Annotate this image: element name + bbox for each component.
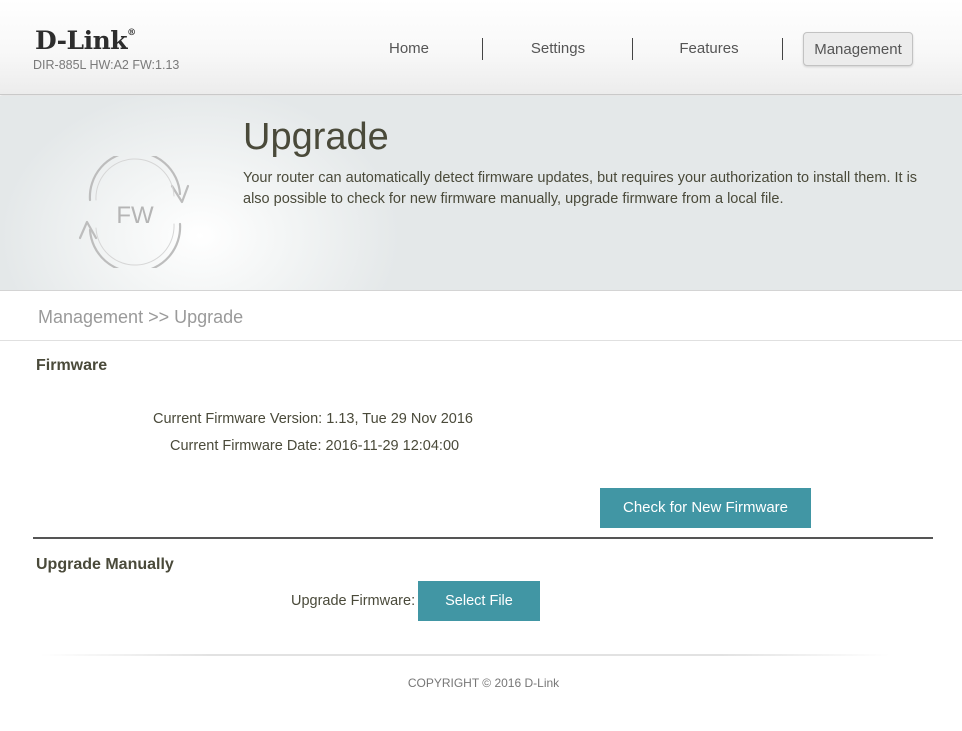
section-divider <box>33 537 933 539</box>
nav-separator <box>482 38 483 60</box>
nav-home[interactable]: Home <box>360 32 458 66</box>
nav-separator <box>632 38 633 60</box>
fw-icon-label: FW <box>116 202 154 229</box>
nav-settings[interactable]: Settings <box>510 32 606 66</box>
upgrade-manually-section-title: Upgrade Manually <box>36 556 174 573</box>
select-file-button[interactable]: Select File <box>418 581 540 621</box>
page-description: Your router can automatically detect fir… <box>243 170 918 207</box>
logo-registered-mark: ® <box>127 28 136 38</box>
firmware-date-row: Current Firmware Date: 2016-11-29 12:04:… <box>170 438 459 454</box>
firmware-date-value: 2016-11-29 12:04:00 <box>325 438 460 454</box>
dlink-logo[interactable]: D-Link® <box>35 26 136 55</box>
copyright: COPYRIGHT © 2016 D-Link <box>407 676 560 690</box>
check-new-firmware-button[interactable]: Check for New Firmware <box>600 488 811 528</box>
model-info: DIR-885L HW:A2 FW:1.13 <box>33 58 180 72</box>
breadcrumb-divider <box>0 340 962 341</box>
firmware-version-value: 1.13, Tue 29 Nov 2016 <box>326 411 473 427</box>
footer-divider <box>40 654 890 656</box>
breadcrumb: Management >> Upgrade <box>38 307 244 327</box>
nav-features[interactable]: Features <box>660 32 758 66</box>
firmware-section-title: Firmware <box>36 357 108 374</box>
page-title: Upgrade <box>243 116 389 158</box>
firmware-version-row: Current Firmware Version: 1.13, Tue 29 N… <box>153 411 473 427</box>
nav-separator <box>782 38 783 60</box>
header: D-Link® DIR-885L HW:A2 FW:1.13 Home Sett… <box>0 0 962 95</box>
firmware-version-label: Current Firmware Version: <box>153 411 323 427</box>
upgrade-firmware-label: Upgrade Firmware: <box>291 593 416 609</box>
fw-refresh-icon: FW <box>78 156 190 268</box>
page-banner: FW Upgrade Your router can automatically… <box>0 96 962 291</box>
nav-management[interactable]: Management <box>803 32 913 66</box>
logo-text: D-Link <box>35 26 128 55</box>
firmware-date-label: Current Firmware Date: <box>170 438 322 454</box>
